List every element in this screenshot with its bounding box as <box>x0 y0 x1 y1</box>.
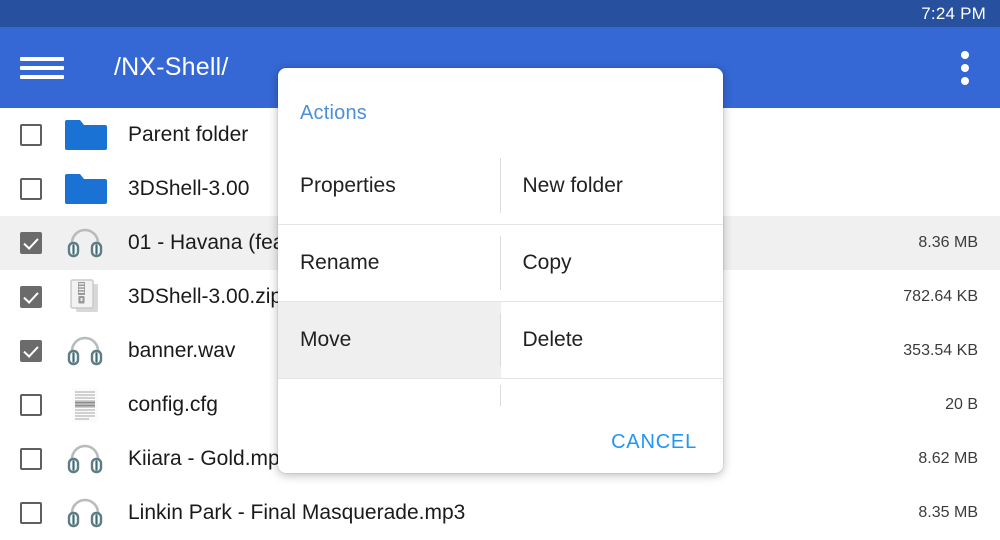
actions-row: Rename Copy <box>278 224 723 301</box>
actions-grid: Properties New folder Rename Copy Move D… <box>278 147 723 412</box>
actions-row: Move Delete <box>278 301 723 378</box>
actions-row-partial <box>278 378 723 412</box>
dialog-scrim[interactable]: Actions Properties New folder Rename Cop… <box>0 0 1000 540</box>
action-rename[interactable]: Rename <box>278 225 501 301</box>
action-new-folder[interactable]: New folder <box>501 147 724 224</box>
app-root: 7:24 PM /NX-Shell/ Parent folder 3DShell-… <box>0 0 1000 540</box>
actions-dialog: Actions Properties New folder Rename Cop… <box>278 68 723 473</box>
cancel-button[interactable]: CANCEL <box>611 431 697 454</box>
actions-row: Properties New folder <box>278 147 723 224</box>
action-copy[interactable]: Copy <box>501 225 724 301</box>
action-empty-right <box>501 379 724 412</box>
dialog-footer: CANCEL <box>278 412 723 472</box>
action-properties[interactable]: Properties <box>278 147 501 224</box>
action-empty-left <box>278 379 501 412</box>
action-delete[interactable]: Delete <box>501 302 724 378</box>
dialog-title: Actions <box>300 102 367 124</box>
action-move[interactable]: Move <box>278 302 501 378</box>
